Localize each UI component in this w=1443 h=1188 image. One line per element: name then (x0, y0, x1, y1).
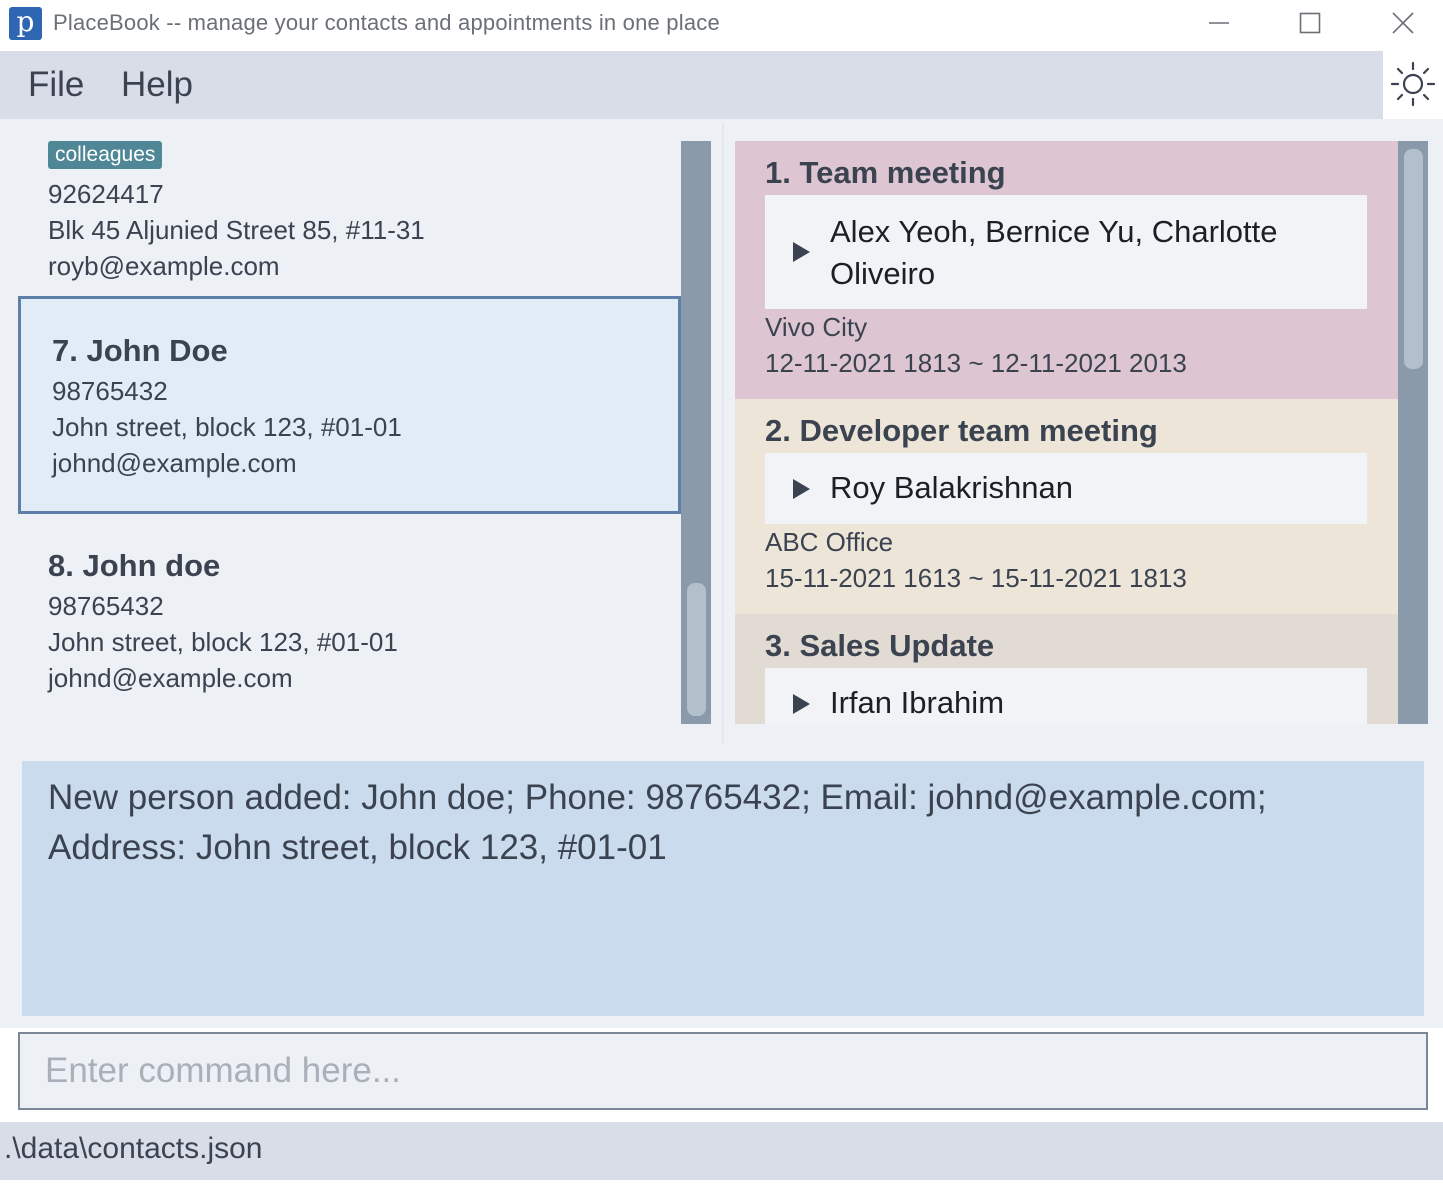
person-email: johnd@example.com (48, 663, 293, 693)
appointment-card[interactable]: 3. Sales Update Irfan Ibrahim (735, 614, 1398, 724)
person-address: John street, block 123, #01-01 (52, 412, 402, 442)
appointment-list[interactable]: 1. Team meeting Alex Yeoh, Bernice Yu, C… (735, 141, 1398, 724)
theme-toggle-button[interactable] (1383, 51, 1443, 117)
appointment-title: 2. Developer team meeting (765, 413, 1158, 448)
appointment-card[interactable]: 2. Developer team meeting Roy Balakrishn… (735, 399, 1398, 614)
tag-badge: colleagues (48, 141, 163, 169)
result-message: New person added: John doe; Phone: 98765… (48, 778, 1267, 867)
person-name: 7. John Doe (52, 333, 228, 368)
person-list-scroll-thumb[interactable] (687, 583, 706, 716)
close-button[interactable] (1357, 0, 1443, 46)
menu-help[interactable]: Help (121, 65, 193, 105)
appointment-clients-expander[interactable]: Irfan Ibrahim (765, 668, 1367, 724)
person-card[interactable]: 8. John doe 98765432 John street, block … (18, 514, 681, 724)
appointment-title: 3. Sales Update (765, 628, 995, 663)
person-phone: 92624417 (48, 179, 164, 209)
person-card[interactable]: colleagues 92624417 Blk 45 Aljunied Stre… (18, 141, 681, 296)
person-address: John street, block 123, #01-01 (48, 627, 398, 657)
person-email: johnd@example.com (52, 448, 297, 478)
result-display: New person added: John doe; Phone: 98765… (22, 761, 1424, 1016)
person-phone: 98765432 (52, 376, 168, 406)
expand-arrow-icon[interactable] (793, 479, 810, 499)
person-name: 8. John doe (48, 548, 221, 583)
sun-icon (1390, 61, 1436, 107)
appointment-time: 15-11-2021 1613 ~ 15-11-2021 1813 (765, 563, 1187, 593)
expand-arrow-icon[interactable] (793, 242, 810, 262)
appointment-clients: Irfan Ibrahim (830, 685, 1005, 720)
data-file-path: .\data\contacts.json (4, 1132, 263, 1165)
menu-bar: File Help (0, 51, 1383, 119)
appointment-location: Vivo City (765, 312, 868, 342)
person-phone: 98765432 (48, 591, 164, 621)
minimize-button[interactable] (1173, 0, 1265, 46)
appointment-title: 1. Team meeting (765, 155, 1006, 190)
person-card-selected[interactable]: 7. John Doe 98765432 John street, block … (18, 296, 681, 514)
person-list[interactable]: colleagues 92624417 Blk 45 Aljunied Stre… (18, 141, 681, 724)
minimize-icon (1209, 22, 1229, 24)
appointment-clients-expander[interactable]: Roy Balakrishnan (765, 453, 1367, 524)
appointment-card[interactable]: 1. Team meeting Alex Yeoh, Bernice Yu, C… (735, 141, 1398, 399)
appointment-clients: Alex Yeoh, Bernice Yu, Charlotte Oliveir… (830, 211, 1350, 295)
appointment-list-scroll-thumb[interactable] (1404, 149, 1423, 369)
person-email: royb@example.com (48, 251, 280, 281)
menu-file[interactable]: File (28, 65, 84, 105)
title-bar: p PlaceBook -- manage your contacts and … (0, 0, 1443, 51)
appointment-location: ABC Office (765, 527, 894, 557)
command-input[interactable] (18, 1032, 1428, 1110)
clients-line: Oliveiro (830, 256, 936, 291)
maximize-button[interactable] (1264, 0, 1356, 46)
person-address: Blk 45 Aljunied Street 85, #11-31 (48, 215, 425, 245)
app-icon: p (9, 7, 42, 40)
clients-line: Alex Yeoh, Bernice Yu, Charlotte (830, 214, 1278, 249)
window-title: PlaceBook -- manage your contacts and ap… (53, 10, 720, 35)
maximize-icon (1299, 12, 1321, 34)
close-icon (1392, 12, 1414, 34)
status-bar: .\data\contacts.json (0, 1122, 1443, 1180)
appointment-clients: Roy Balakrishnan (830, 470, 1073, 505)
appointment-clients-expander[interactable]: Alex Yeoh, Bernice Yu, Charlotte Oliveir… (765, 195, 1367, 309)
expand-arrow-icon[interactable] (793, 694, 810, 714)
appointment-time: 12-11-2021 1813 ~ 12-11-2021 2013 (765, 348, 1187, 378)
panel-divider[interactable] (722, 123, 724, 744)
